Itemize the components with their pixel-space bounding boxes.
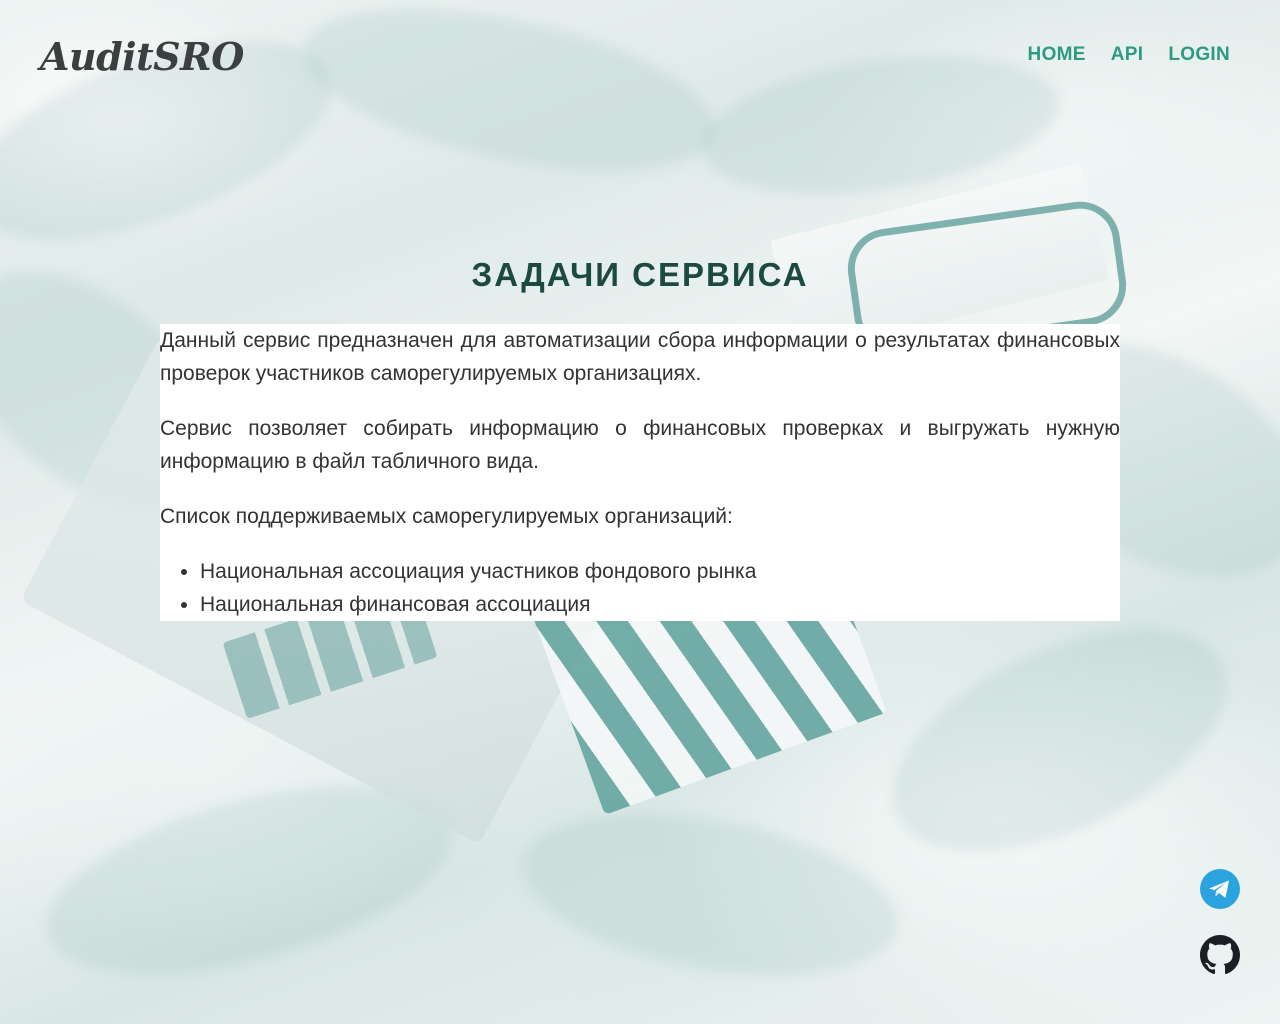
site-logo[interactable]: AuditSRO <box>40 34 244 79</box>
list-item: Национальная финансовая ассоциация <box>200 588 1120 621</box>
description-paragraph: Данный сервис предназначен для автоматиз… <box>160 329 1120 385</box>
telegram-link[interactable] <box>1200 869 1240 909</box>
nav-login-link[interactable]: LOGIN <box>1168 44 1230 66</box>
github-icon <box>1200 935 1240 975</box>
list-item: Национальная ассоциация участников фондо… <box>200 555 1120 588</box>
organizations-heading: Список поддерживаемых саморегулируемых о… <box>160 505 733 528</box>
site-header: AuditSRO HOME API LOGIN <box>0 0 1280 112</box>
telegram-icon <box>1200 869 1240 909</box>
service-description: Данный сервис предназначен для автоматиз… <box>160 324 1120 621</box>
organizations-list: Национальная ассоциация участников фондо… <box>160 555 1120 621</box>
nav-home-link[interactable]: HOME <box>1028 44 1086 66</box>
description-paragraph: Сервис позволяет собирать информацию о ф… <box>160 417 1120 473</box>
page-title: ЗАДАЧИ СЕРВИСА <box>471 256 809 293</box>
nav-api-link[interactable]: API <box>1111 44 1144 66</box>
github-link[interactable] <box>1200 935 1240 975</box>
main-nav: HOME API LOGIN <box>1028 44 1230 66</box>
